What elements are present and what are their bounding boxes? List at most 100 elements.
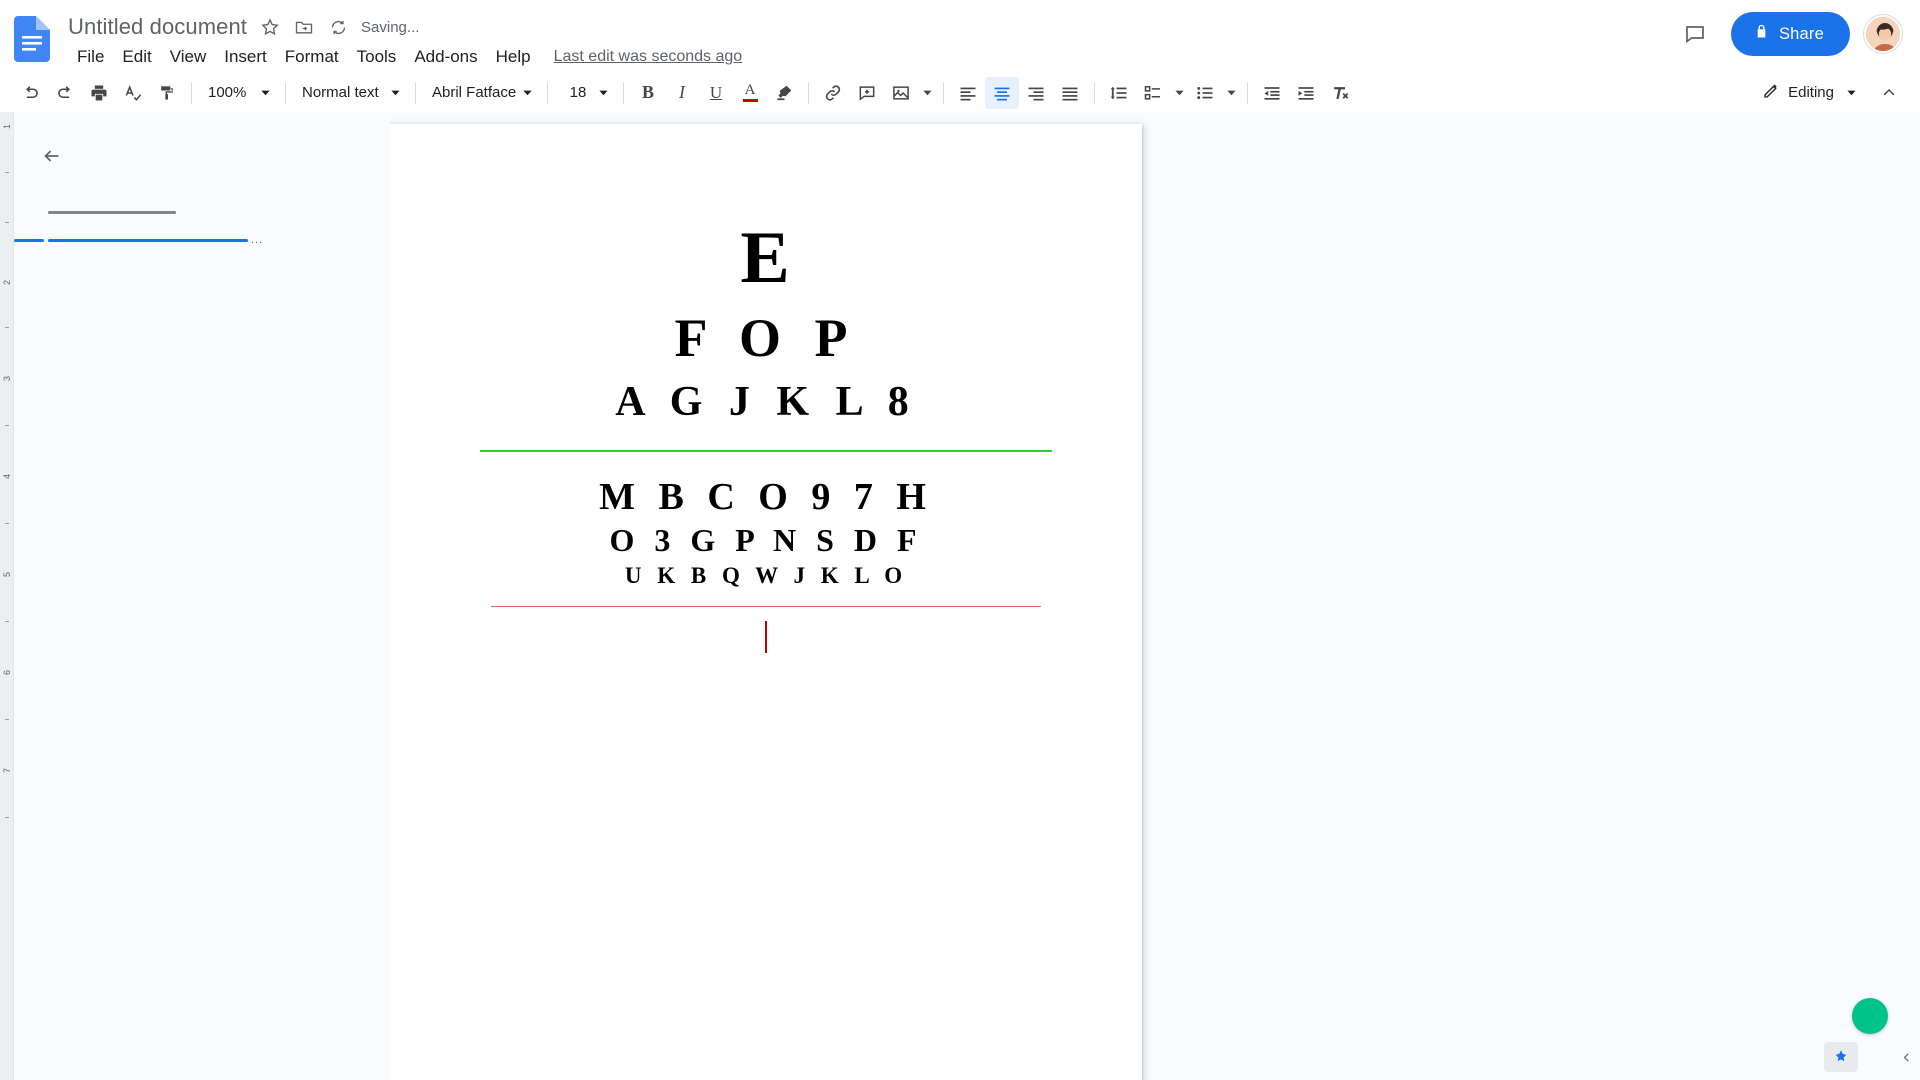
title-row: Untitled document Saving...	[60, 10, 1900, 44]
text-color-button[interactable]: A	[733, 77, 767, 109]
vruler-number: 7	[2, 768, 12, 774]
toolbar-divider	[415, 81, 416, 104]
checklist-icon[interactable]	[1136, 77, 1170, 109]
document-page[interactable]: E F O P A G J K L 8 M B C O 9 7 H O 3 G …	[390, 124, 1142, 1080]
align-right-icon[interactable]	[1019, 77, 1053, 109]
bulleted-list-icon[interactable]	[1188, 77, 1222, 109]
selection-indicator	[14, 239, 44, 242]
menu-item-tools[interactable]: Tools	[348, 44, 406, 70]
chevron-down-icon	[1842, 84, 1860, 102]
main-area: 1 2 3 4 5 6 7 ... E F O P A G J K L 8 M …	[0, 112, 1920, 1080]
eye-chart-row-2: F O P	[674, 307, 858, 368]
paragraph-style-value: Normal text	[302, 84, 379, 101]
menu-item-file[interactable]: File	[68, 44, 113, 70]
chevron-down-icon	[594, 84, 612, 102]
add-comment-icon[interactable]	[850, 77, 884, 109]
eye-chart-row-3: A G J K L 8	[615, 379, 917, 426]
menu-item-addons[interactable]: Add-ons	[405, 44, 486, 70]
avatar[interactable]	[1864, 15, 1902, 53]
last-edit-status[interactable]: Last edit was seconds ago	[554, 48, 743, 66]
vruler-tick	[5, 817, 9, 818]
toolbar: 100% Normal text Abril Fatface 18 B I U …	[0, 72, 1920, 112]
explore-button[interactable]	[1852, 998, 1888, 1034]
align-left-icon[interactable]	[951, 77, 985, 109]
spellcheck-icon[interactable]	[116, 77, 150, 109]
italic-button[interactable]: I	[665, 77, 699, 109]
chevron-down-icon[interactable]	[1222, 77, 1240, 109]
page-content[interactable]: E F O P A G J K L 8 M B C O 9 7 H O 3 G …	[390, 124, 1142, 654]
chevron-down-icon[interactable]	[918, 77, 936, 109]
font-value: Abril Fatface	[432, 84, 517, 101]
bold-button[interactable]: B	[631, 77, 665, 109]
outline-sidebar: ...	[14, 112, 390, 1080]
insert-image-split[interactable]	[884, 77, 936, 109]
outline-item-placeholder-text	[48, 238, 248, 242]
green-divider	[480, 450, 1052, 453]
align-center-icon[interactable]	[985, 76, 1019, 109]
undo-icon[interactable]	[14, 77, 48, 109]
back-arrow-icon[interactable]	[32, 136, 72, 176]
clear-formatting-icon[interactable]	[1323, 77, 1357, 109]
vruler-tick	[5, 327, 9, 328]
red-divider	[491, 606, 1041, 608]
menu-item-view[interactable]: View	[161, 44, 216, 70]
checklist-split[interactable]	[1136, 77, 1188, 109]
collapse-toolbar-icon[interactable]	[1872, 77, 1906, 109]
redo-icon[interactable]	[48, 77, 82, 109]
document-canvas[interactable]: E F O P A G J K L 8 M B C O 9 7 H O 3 G …	[390, 112, 1920, 1080]
chevron-down-icon	[518, 84, 536, 102]
comment-icon[interactable]	[1673, 12, 1717, 56]
outline-item-ellipsis: ...	[251, 234, 264, 246]
outline-item-placeholder-text	[48, 210, 176, 214]
align-justify-icon[interactable]	[1053, 77, 1087, 109]
font-select[interactable]: Abril Fatface	[423, 77, 540, 109]
zoom-value: 100%	[208, 84, 247, 101]
decrease-indent-icon[interactable]	[1255, 77, 1289, 109]
highlight-icon[interactable]	[767, 77, 801, 109]
lock-icon	[1753, 23, 1770, 45]
underline-button[interactable]: U	[699, 77, 733, 109]
document-title[interactable]: Untitled document	[62, 12, 253, 42]
collapse-panel-icon[interactable]	[1896, 1044, 1916, 1070]
outline-item-1[interactable]	[14, 198, 390, 226]
pencil-icon	[1762, 82, 1780, 104]
vruler-number: 5	[2, 572, 12, 578]
share-button[interactable]: Share	[1730, 12, 1850, 56]
toolbar-divider	[943, 81, 944, 104]
google-docs-icon[interactable]	[14, 16, 50, 62]
toolbar-divider	[191, 81, 192, 104]
toolbar-right-group: Editing	[1752, 77, 1906, 109]
eye-chart-row-4: M B C O 9 7 H	[599, 476, 933, 519]
insert-image-icon[interactable]	[884, 77, 918, 109]
vruler-number: 2	[2, 280, 12, 286]
vruler-tick	[5, 172, 9, 173]
vruler-tick	[5, 719, 9, 720]
font-size-select[interactable]: 18	[555, 77, 616, 109]
move-to-folder-icon[interactable]	[287, 12, 321, 42]
share-label: Share	[1778, 24, 1824, 43]
toolbar-divider	[808, 81, 809, 104]
menu-item-insert[interactable]: Insert	[215, 44, 276, 70]
menu-item-help[interactable]: Help	[487, 44, 540, 70]
bulleted-list-split[interactable]	[1188, 77, 1240, 109]
editing-mode-button[interactable]: Editing	[1752, 77, 1870, 109]
zoom-select[interactable]: 100%	[199, 77, 278, 109]
vruler-number: 6	[2, 670, 12, 676]
star-icon[interactable]	[253, 12, 287, 42]
paint-format-icon[interactable]	[150, 77, 184, 109]
menu-item-format[interactable]: Format	[276, 44, 348, 70]
vruler-tick	[5, 425, 9, 426]
sync-icon	[321, 12, 355, 42]
menu-item-edit[interactable]: Edit	[113, 44, 160, 70]
addon-button[interactable]	[1824, 1042, 1858, 1072]
line-spacing-icon[interactable]	[1102, 77, 1136, 109]
eye-chart-row-5: O 3 G P N S D F	[609, 522, 923, 559]
paragraph-style-select[interactable]: Normal text	[293, 77, 408, 109]
link-icon[interactable]	[816, 77, 850, 109]
vruler-number: 1	[2, 124, 12, 130]
print-icon[interactable]	[82, 77, 116, 109]
outline-item-2[interactable]: ...	[14, 226, 390, 254]
toolbar-divider	[1247, 81, 1248, 104]
increase-indent-icon[interactable]	[1289, 77, 1323, 109]
chevron-down-icon[interactable]	[1170, 77, 1188, 109]
